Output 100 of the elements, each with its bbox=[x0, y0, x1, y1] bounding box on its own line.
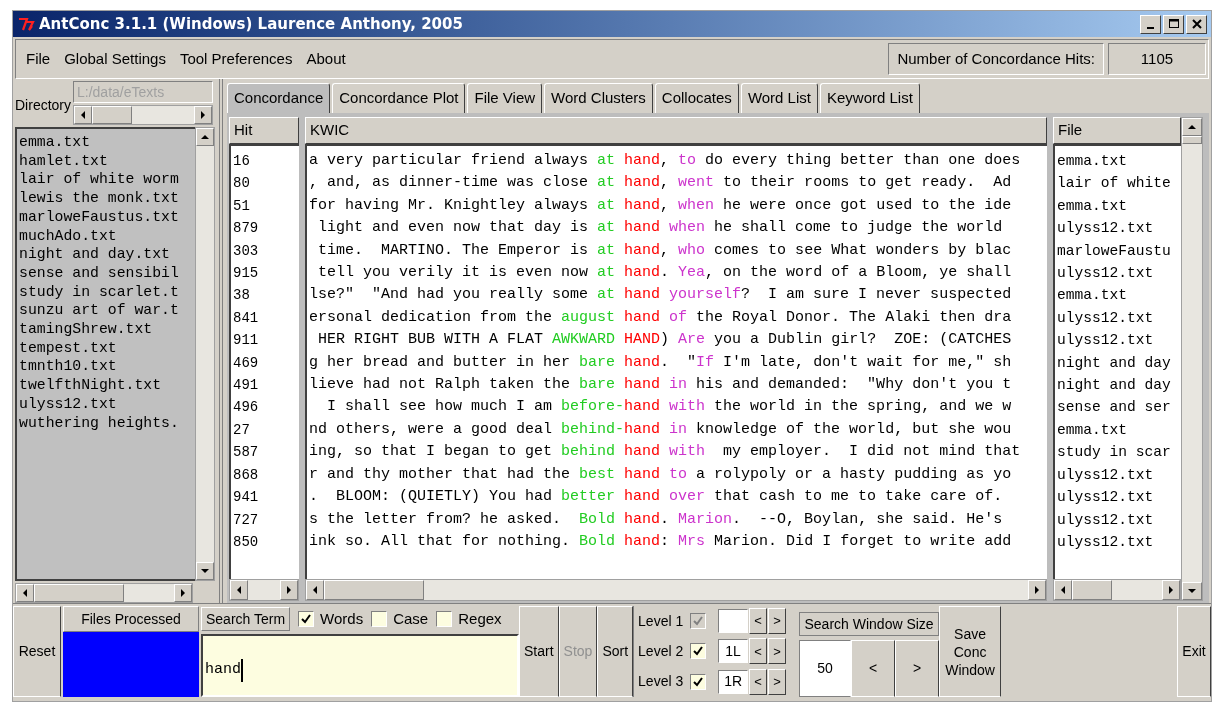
table-cell-text: 915 bbox=[232, 264, 260, 284]
file-list-item[interactable]: lewis the monk.txt bbox=[19, 189, 195, 208]
vertical-scrollbar[interactable] bbox=[1181, 117, 1203, 601]
column-header[interactable]: Hit bbox=[229, 117, 299, 144]
file-list-item[interactable]: tmnth10.txt bbox=[19, 357, 195, 377]
menu-item[interactable]: Global Settings bbox=[64, 47, 166, 71]
scroll-thumb[interactable] bbox=[1072, 580, 1112, 600]
search-field[interactable]: hand bbox=[201, 634, 519, 697]
horizontal-scrollbar[interactable] bbox=[15, 583, 193, 603]
close-button[interactable] bbox=[1186, 14, 1207, 34]
table-cell-text: 841 bbox=[232, 308, 260, 328]
file-list-item[interactable]: hamlet.txt bbox=[19, 151, 195, 171]
maximize-button[interactable] bbox=[1163, 14, 1184, 34]
scroll-thumb[interactable] bbox=[324, 580, 424, 600]
hits-count: 1105 bbox=[1108, 43, 1206, 75]
horizontal-scrollbar[interactable] bbox=[305, 579, 1047, 601]
scroll-thumb[interactable] bbox=[34, 584, 124, 602]
file-list-item[interactable]: marloweFaustus.txt bbox=[19, 207, 195, 227]
level-field[interactable] bbox=[718, 609, 749, 634]
minimize-icon bbox=[1147, 27, 1154, 29]
table-cell-text: . BLOOM: (QUIETLY) You had better hand over that cash to me to take care of. bbox=[308, 487, 1004, 508]
checkbox[interactable] bbox=[436, 611, 453, 627]
scroll-thumb[interactable] bbox=[92, 106, 132, 124]
step-button[interactable]: < bbox=[749, 608, 768, 635]
table-cell-text: sense and ser bbox=[1056, 398, 1172, 418]
tab[interactable]: Word List bbox=[740, 83, 818, 113]
step-button[interactable]: > bbox=[768, 608, 787, 635]
step-button[interactable]: < bbox=[749, 668, 768, 695]
table-cell-text: 727 bbox=[232, 510, 260, 530]
table-cell-text: s the letter from? he asked. Bold hand. Marion. --O, Boylan, she said. He's bbox=[308, 509, 1004, 530]
horizontal-scrollbar[interactable] bbox=[1053, 579, 1181, 601]
file-list-item[interactable]: tamingShrew.txt bbox=[19, 320, 195, 339]
menu-item[interactable]: About bbox=[306, 47, 346, 71]
close-icon bbox=[1189, 17, 1204, 31]
level-field[interactable]: 1L bbox=[718, 639, 749, 664]
file-list-item[interactable]: sunzu art of war.t bbox=[19, 301, 195, 321]
tab[interactable]: File View bbox=[467, 83, 543, 113]
table-cell-text: tell you verily it is even now at hand. Yea, on the word of a Bloom, ye shall bbox=[317, 263, 1013, 284]
table-cell-text: ing, so that I began to get behind hand with my employer. I did not mind that bbox=[308, 442, 1022, 463]
step-button[interactable]: > bbox=[768, 638, 787, 665]
checkbox[interactable] bbox=[371, 611, 388, 627]
table-cell-text: 80 bbox=[232, 174, 251, 194]
tab[interactable]: Keyword List bbox=[819, 83, 920, 113]
table-cell-text: 491 bbox=[232, 376, 260, 396]
table-cell-text: g her bread and butter in her bare hand. "If I'm late, don't wait for me," sh bbox=[308, 352, 1013, 373]
save-button[interactable]: Save Conc Window bbox=[939, 606, 1002, 697]
table-cell-text: lair of white bbox=[1056, 174, 1172, 194]
horizontal-scrollbar[interactable] bbox=[73, 105, 213, 125]
file-list-item[interactable]: emma.txt bbox=[19, 133, 195, 152]
file-list-item[interactable]: wuthering heights. bbox=[19, 413, 195, 433]
table-cell-text: , and, as dinner-time was close at hand, went to their rooms to get ready. Ad bbox=[308, 173, 1013, 194]
table-cell-text: HER RIGHT BUB WITH A FLAT AWKWARD HAND) Are you a Dublin girl? ZOE: (CATCHES bbox=[317, 330, 1013, 351]
file-list-item[interactable]: night and day.txt bbox=[19, 245, 195, 264]
menu-item[interactable]: Tool Preferences bbox=[179, 47, 293, 71]
scroll-thumb[interactable] bbox=[1182, 136, 1202, 144]
tab[interactable]: Concordance bbox=[227, 83, 331, 113]
file-list-item[interactable]: ulyss12.txt bbox=[19, 394, 195, 414]
table-cell-text: emma.txt bbox=[1056, 286, 1129, 306]
action-button[interactable]: Sort bbox=[597, 606, 634, 697]
step-button[interactable]: > bbox=[768, 668, 787, 695]
level-label: Level 1 bbox=[638, 611, 685, 631]
table-cell-text: 303 bbox=[232, 241, 260, 261]
table-cell-text: lieve had not Ralph taken the bare hand in his and demanded: "Why don't you t bbox=[308, 375, 1013, 396]
vertical-scrollbar[interactable] bbox=[195, 127, 215, 581]
table-cell-text: 587 bbox=[232, 443, 260, 463]
tab[interactable]: Collocates bbox=[654, 83, 739, 113]
checkbox[interactable] bbox=[298, 611, 315, 627]
menu-item[interactable]: File bbox=[26, 47, 51, 71]
file-list-item[interactable]: study in scarlet.t bbox=[19, 282, 195, 302]
horizontal-scrollbar[interactable] bbox=[229, 579, 299, 601]
minimize-button[interactable] bbox=[1140, 14, 1161, 34]
table-cell-text: emma.txt bbox=[1056, 420, 1129, 440]
option-label: Regex bbox=[458, 608, 502, 629]
table-cell-text: 911 bbox=[232, 331, 260, 351]
file-list-item[interactable]: tempest.txt bbox=[19, 338, 195, 358]
tab[interactable]: Concordance Plot bbox=[332, 83, 466, 113]
search-window-field[interactable]: 50 bbox=[799, 640, 852, 697]
exit-button[interactable]: Exit bbox=[1177, 606, 1211, 697]
column-header[interactable]: KWIC bbox=[305, 117, 1047, 144]
feather-logo-icon bbox=[17, 16, 35, 32]
tab[interactable]: Word Clusters bbox=[544, 83, 653, 113]
table-cell-text: for having Mr. Knightley always at hand, when he were once got used to the ide bbox=[308, 195, 1013, 216]
column-header[interactable]: File bbox=[1053, 117, 1181, 144]
level-field[interactable]: 1R bbox=[718, 669, 749, 694]
file-list-item[interactable]: muchAdo.txt bbox=[19, 226, 195, 246]
action-button[interactable]: Start bbox=[519, 606, 559, 697]
option-label: Words bbox=[320, 608, 364, 629]
file-list-item[interactable]: lair of white worm bbox=[19, 170, 195, 190]
table-cell-text: emma.txt bbox=[1056, 152, 1129, 171]
decrease-button[interactable]: < bbox=[851, 640, 896, 697]
checkbox[interactable] bbox=[690, 673, 707, 690]
file-list-item[interactable]: twelfthNight.txt bbox=[19, 376, 195, 395]
step-button[interactable]: < bbox=[749, 638, 768, 665]
hits-label: Number of Concordance Hits: bbox=[888, 43, 1104, 75]
increase-button[interactable]: > bbox=[895, 640, 940, 697]
checkbox[interactable] bbox=[690, 643, 707, 660]
reset-button[interactable]: Reset bbox=[13, 606, 61, 697]
table-cell-text: 868 bbox=[232, 465, 260, 485]
table-cell-text: ulyss12.txt bbox=[1056, 488, 1155, 508]
file-list-item[interactable]: sense and sensibil bbox=[19, 263, 195, 283]
